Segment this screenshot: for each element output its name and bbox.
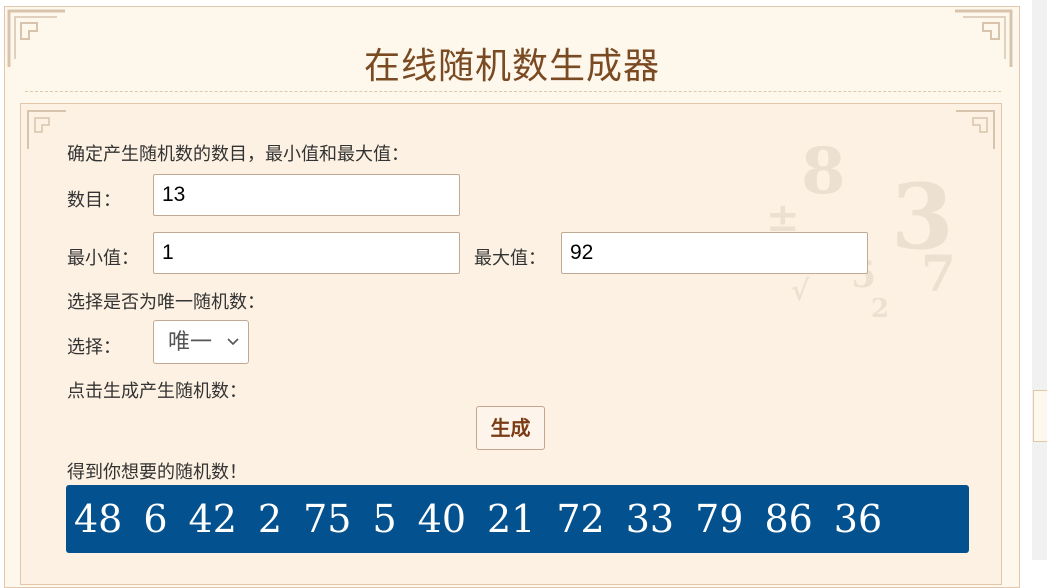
result-number: 36 bbox=[833, 497, 883, 541]
result-number: 72 bbox=[556, 497, 605, 541]
title-divider bbox=[25, 91, 1001, 92]
max-input[interactable]: 92 bbox=[561, 232, 868, 274]
result-number: 33 bbox=[625, 497, 675, 541]
count-label: 数目： bbox=[67, 190, 121, 211]
result-number: 5 bbox=[372, 497, 397, 541]
min-input[interactable]: 1 bbox=[153, 232, 460, 274]
result-box: 48 6 42 2 75 5 40 21 72 33 79 86 36 bbox=[66, 485, 969, 553]
count-input[interactable]: 13 bbox=[153, 174, 460, 216]
page-title: 在线随机数生成器 bbox=[363, 46, 660, 87]
unique-prompt: 选择是否为唯一随机数： bbox=[67, 292, 265, 313]
unique-select-value: 唯一 bbox=[168, 329, 213, 354]
generate-button[interactable]: 生成 bbox=[476, 406, 545, 450]
result-number: 86 bbox=[764, 497, 813, 541]
result-number: 21 bbox=[487, 497, 536, 541]
intro-text: 确定产生随机数的数目，最小值和最大值： bbox=[67, 144, 409, 165]
side-panel-edge bbox=[1033, 390, 1047, 442]
result-label: 得到你想要的随机数！ bbox=[67, 462, 247, 483]
result-number: 79 bbox=[695, 497, 744, 541]
min-label: 最小值： bbox=[67, 248, 139, 269]
result-number: 6 bbox=[143, 497, 168, 541]
max-label: 最大值： bbox=[474, 248, 546, 269]
result-number: 40 bbox=[417, 497, 466, 541]
result-number: 42 bbox=[188, 497, 237, 541]
unique-select[interactable]: 唯一 bbox=[153, 320, 249, 364]
form-panel: 8 3 ± 5 7 √ 2 确定产生随机数的数目，最小值和最大值： 数目： 13… bbox=[20, 103, 1002, 585]
result-number: 75 bbox=[303, 497, 352, 541]
select-label: 选择： bbox=[67, 337, 121, 358]
generate-prompt: 点击生成产生随机数： bbox=[67, 381, 247, 402]
corner-ornament-icon bbox=[956, 110, 995, 149]
corner-ornament-icon bbox=[27, 110, 66, 149]
result-number: 48 bbox=[74, 497, 123, 541]
result-number: 2 bbox=[257, 497, 283, 541]
scrollbar[interactable] bbox=[1032, 0, 1047, 560]
chevron-down-icon bbox=[227, 338, 239, 346]
